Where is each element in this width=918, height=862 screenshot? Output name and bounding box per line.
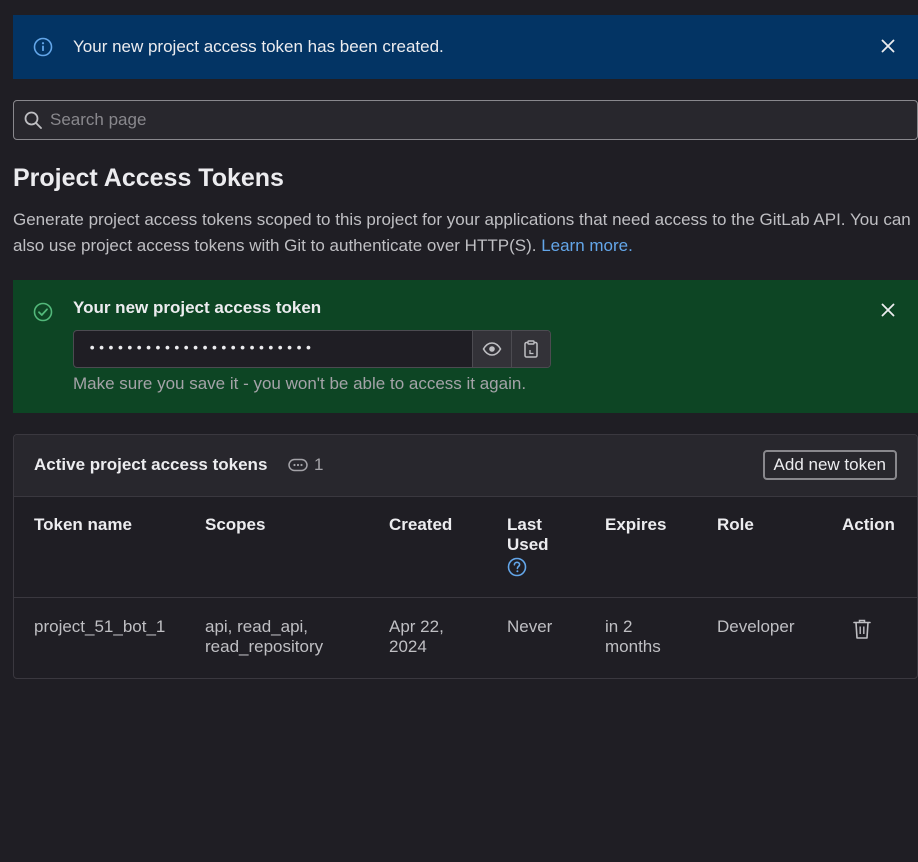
column-header-expires: Expires: [605, 515, 667, 534]
column-header-last-used: Last Used: [507, 515, 549, 582]
token-input-group: ••••••••••••••••••••••••: [73, 330, 551, 368]
new-token-title: Your new project access token: [73, 298, 322, 317]
page-description: Generate project access tokens scoped to…: [13, 207, 913, 259]
column-header-token-name: Token name: [34, 515, 132, 534]
save-token-note: Make sure you save it - you won't be abl…: [73, 374, 527, 393]
eye-icon: [482, 342, 502, 356]
search-icon: [24, 111, 42, 129]
search-input[interactable]: [48, 101, 908, 139]
last-used-cell: Never: [507, 617, 553, 636]
trash-icon[interactable]: [852, 618, 872, 640]
card-title: Active project access tokens: [34, 455, 268, 474]
learn-more-link[interactable]: Learn more.: [541, 236, 633, 255]
close-icon[interactable]: [878, 36, 898, 56]
page-title: Project Access Tokens: [13, 164, 284, 192]
copy-token-button[interactable]: [511, 331, 550, 367]
last-used-line-1: Last: [507, 515, 542, 534]
scopes-line-1: api, read_api,: [205, 617, 309, 636]
card-header: Active project access tokens 1 Add new t…: [14, 435, 917, 497]
info-icon: [33, 37, 53, 57]
token-icon: [288, 458, 308, 472]
created-line-2: 2024: [389, 637, 427, 656]
search-box: [13, 100, 918, 140]
new-token-alert: Your new project access token ••••••••••…: [13, 280, 918, 413]
scopes-cell: api, read_api, read_repository: [205, 617, 323, 657]
active-tokens-card: Active project access tokens 1 Add new t…: [13, 434, 918, 679]
role-cell: Developer: [717, 617, 795, 636]
column-header-role: Role: [717, 515, 754, 534]
row-divider: [14, 597, 917, 598]
token-count-badge: 1: [288, 455, 323, 475]
column-header-created: Created: [389, 515, 453, 534]
description-text: Generate project access tokens scoped to…: [13, 210, 911, 255]
expires-line-2: months: [605, 637, 661, 656]
scopes-line-2: read_repository: [205, 637, 324, 656]
copy-to-clipboard-icon: [524, 340, 538, 358]
created-cell: Apr 22, 2024: [389, 617, 444, 657]
add-new-token-button[interactable]: Add new token: [762, 450, 897, 480]
token-value-field[interactable]: ••••••••••••••••••••••••: [74, 331, 472, 367]
reveal-token-button[interactable]: [472, 331, 511, 367]
alert-message: Your new project access token has been c…: [73, 37, 444, 56]
check-circle-icon: [33, 302, 53, 322]
column-header-action: Action: [842, 515, 895, 534]
close-icon[interactable]: [878, 300, 898, 320]
token-count: 1: [314, 455, 324, 474]
last-used-line-2: Used: [507, 535, 549, 554]
column-header-scopes: Scopes: [205, 515, 266, 534]
token-created-alert: Your new project access token has been c…: [13, 15, 918, 79]
expires-cell: in 2 months: [605, 617, 661, 657]
expires-line-1: in 2: [605, 617, 633, 636]
token-name-cell: project_51_bot_1: [34, 617, 166, 636]
created-line-1: Apr 22,: [389, 617, 444, 636]
help-icon[interactable]: [507, 557, 527, 577]
